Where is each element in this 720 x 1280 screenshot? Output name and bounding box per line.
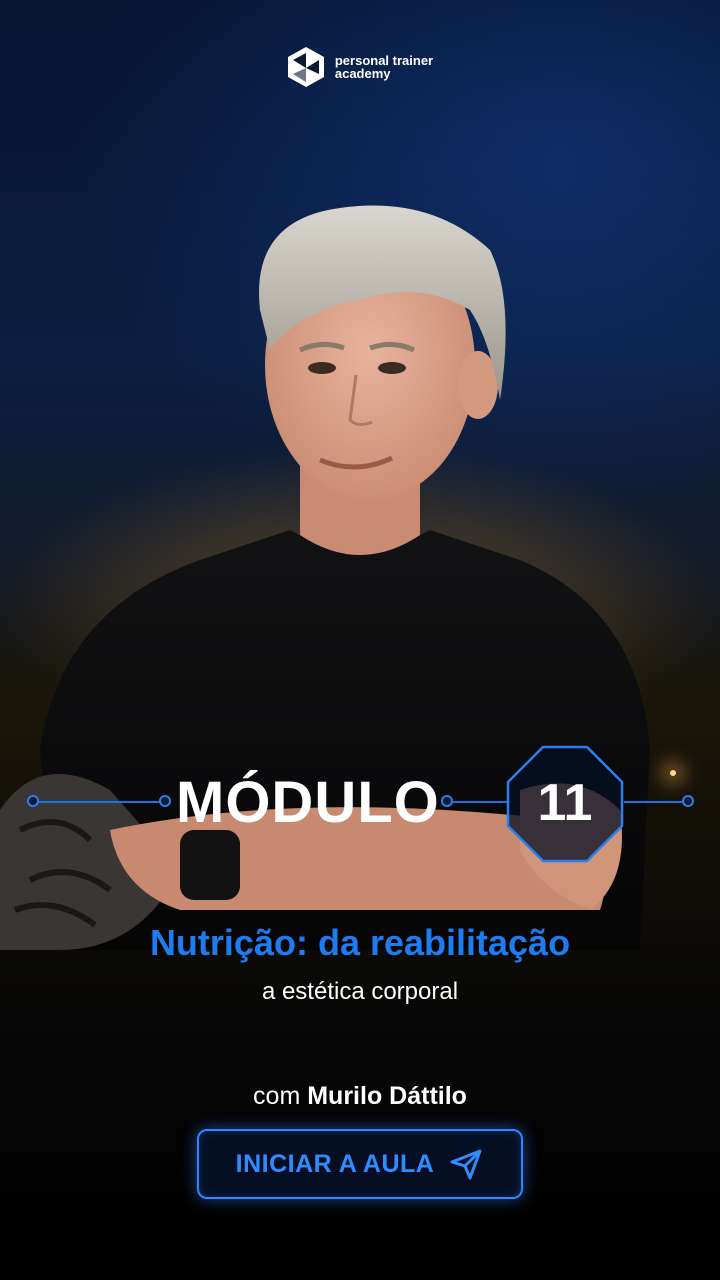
mid-left-dot [159, 795, 171, 807]
academy-logo-icon [287, 47, 324, 87]
right-line [624, 801, 682, 803]
left-line [38, 801, 162, 803]
left-dot [27, 795, 39, 807]
course-title: Nutrição: da reabilitação [149, 922, 571, 963]
module-row: MÓDULO 11 [0, 740, 720, 870]
start-lesson-button[interactable]: INICIAR A AULA [197, 1129, 523, 1199]
module-label: MÓDULO [176, 770, 440, 835]
right-dot [682, 795, 694, 807]
middle-line [452, 801, 510, 803]
course-subtitle: a estética corporal [261, 978, 459, 1005]
instructor-prefix: com [253, 1082, 301, 1110]
module-number: 11 [537, 774, 593, 832]
brand-name: personal trainer academy [335, 54, 433, 80]
send-icon [450, 1149, 482, 1180]
brand-logo: personal trainer academy [0, 46, 720, 88]
start-lesson-label: INICIAR A AULA [235, 1149, 435, 1178]
instructor-name: Murilo Dáttilo [307, 1082, 467, 1110]
instructor-line: com Murilo Dáttilo [0, 1082, 720, 1111]
brand-line-2: academy [334, 66, 391, 81]
